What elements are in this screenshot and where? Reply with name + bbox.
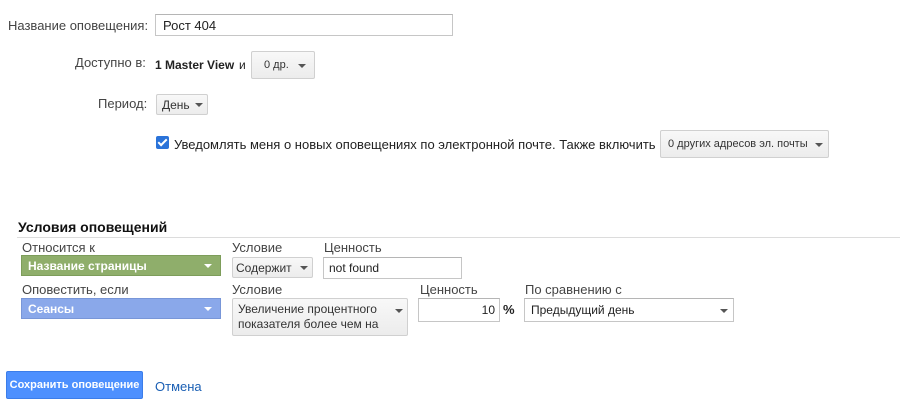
alert-if-metric-select[interactable]: Сеансы [21, 298, 221, 319]
condition-value-2: Увеличение процентного показателя более … [238, 302, 378, 332]
chevron-down-icon [720, 309, 728, 313]
conditions-divider [17, 237, 900, 238]
chevron-down-icon [204, 263, 212, 268]
value-input-2[interactable]: 10 [418, 298, 500, 322]
period-value: День [162, 97, 190, 112]
condition-label-1: Условие [232, 240, 283, 255]
alert-conditions-title: Условия оповещений [18, 219, 168, 235]
condition-value-2-line1: Увеличение процентного [238, 302, 377, 316]
alert-name-input[interactable]: Рост 404 [155, 14, 453, 36]
condition-select-1[interactable]: Содержит [232, 257, 313, 278]
additional-emails-value: 0 других адресов эл. почты [668, 138, 808, 150]
email-notify-checkbox[interactable] [156, 136, 169, 149]
compared-to-value: Предыдущий день [531, 303, 635, 317]
email-notify-text: Уведомлять меня о новых оповещениях по э… [174, 137, 656, 152]
applies-to-value: Название страницы [28, 258, 147, 273]
chevron-down-icon [298, 64, 306, 68]
applies-to-label: Относится к [22, 240, 95, 255]
condition-select-2[interactable]: Увеличение процентного показателя более … [232, 298, 408, 336]
percent-sign: % [503, 302, 515, 317]
compared-to-label: По сравнению с [525, 282, 622, 297]
chevron-down-icon [815, 143, 823, 147]
save-alert-label: Сохранить оповещение [9, 379, 140, 391]
alert-if-label: Оповестить, если [22, 282, 129, 297]
chevron-down-icon [395, 309, 403, 313]
condition-value-2-line2: показателя более чем на [238, 317, 379, 331]
compared-to-select[interactable]: Предыдущий день [524, 298, 734, 322]
period-label: Период: [98, 96, 148, 111]
chevron-down-icon [300, 266, 308, 270]
value-input-1[interactable]: not found [323, 257, 462, 279]
applies-to-dimension-select[interactable]: Название страницы [21, 255, 221, 276]
value-label-1: Ценность [324, 240, 382, 255]
value-value-2: 10 [481, 303, 495, 317]
additional-emails-dropdown[interactable]: 0 других адресов эл. почты [660, 130, 829, 158]
chevron-down-icon [204, 306, 212, 311]
save-alert-button[interactable]: Сохранить оповещение [6, 371, 143, 399]
value-label-2: Ценность [420, 282, 478, 297]
condition-label-2: Условие [232, 282, 283, 297]
master-view-text: 1 Master View [155, 58, 235, 72]
available-and-text: и [239, 58, 246, 72]
alert-if-value: Сеансы [28, 301, 75, 316]
other-views-dropdown[interactable]: 0 др. [251, 51, 315, 79]
other-views-value: 0 др. [264, 59, 289, 71]
period-dropdown[interactable]: День [156, 94, 208, 115]
value-value-1: not found [329, 261, 380, 275]
alert-name-label: Название оповещения: [8, 18, 149, 33]
cancel-link[interactable]: Отмена [155, 379, 202, 394]
condition-value-1: Содержит [236, 260, 292, 275]
alert-name-value: Рост 404 [163, 17, 217, 33]
chevron-down-icon [195, 103, 203, 107]
available-in-label: Доступно в: [75, 55, 146, 70]
